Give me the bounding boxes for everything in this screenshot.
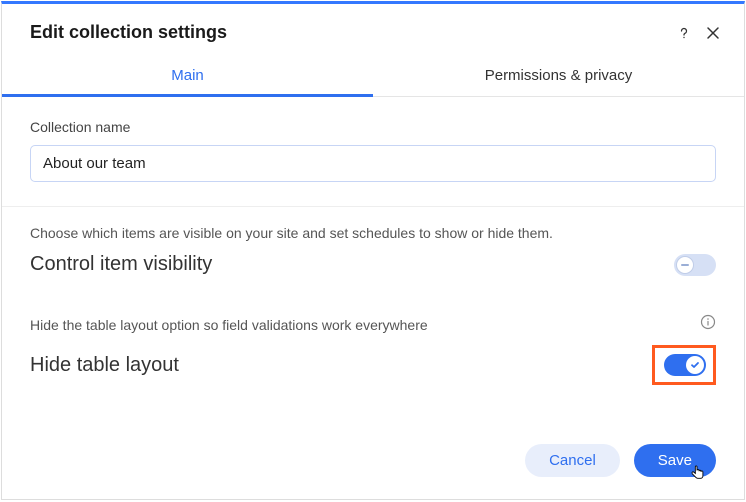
tab-main[interactable]: Main [2,57,373,96]
collection-name-section: Collection name [2,97,744,207]
visibility-toggle[interactable] [674,254,716,276]
modal-footer: Cancel Save [2,426,744,499]
highlight-box [652,345,716,385]
visibility-section: Choose which items are visible on your s… [2,207,744,296]
close-icon[interactable] [706,26,720,40]
help-icon[interactable] [676,25,692,41]
header-icons [676,25,720,41]
save-button[interactable]: Save [634,444,716,477]
modal-title: Edit collection settings [30,22,227,43]
cursor-icon [690,465,706,481]
tabs: Main Permissions & privacy [2,57,744,97]
hide-table-section: Hide the table layout option so field va… [2,296,744,405]
modal-header: Edit collection settings [2,4,744,57]
edit-collection-modal: Edit collection settings Main Permission… [1,1,745,500]
info-icon[interactable] [700,314,716,335]
hide-table-title: Hide table layout [30,354,179,377]
visibility-title: Control item visibility [30,253,212,276]
cancel-button[interactable]: Cancel [525,444,620,477]
collection-name-label: Collection name [30,119,716,135]
collection-name-input[interactable] [30,145,716,182]
save-button-label: Save [658,452,692,469]
modal-content: Collection name Choose which items are v… [2,97,744,426]
hide-table-helper: Hide the table layout option so field va… [30,317,428,333]
hide-table-toggle[interactable] [664,354,706,376]
visibility-helper: Choose which items are visible on your s… [30,225,716,241]
tab-permissions[interactable]: Permissions & privacy [373,57,744,96]
